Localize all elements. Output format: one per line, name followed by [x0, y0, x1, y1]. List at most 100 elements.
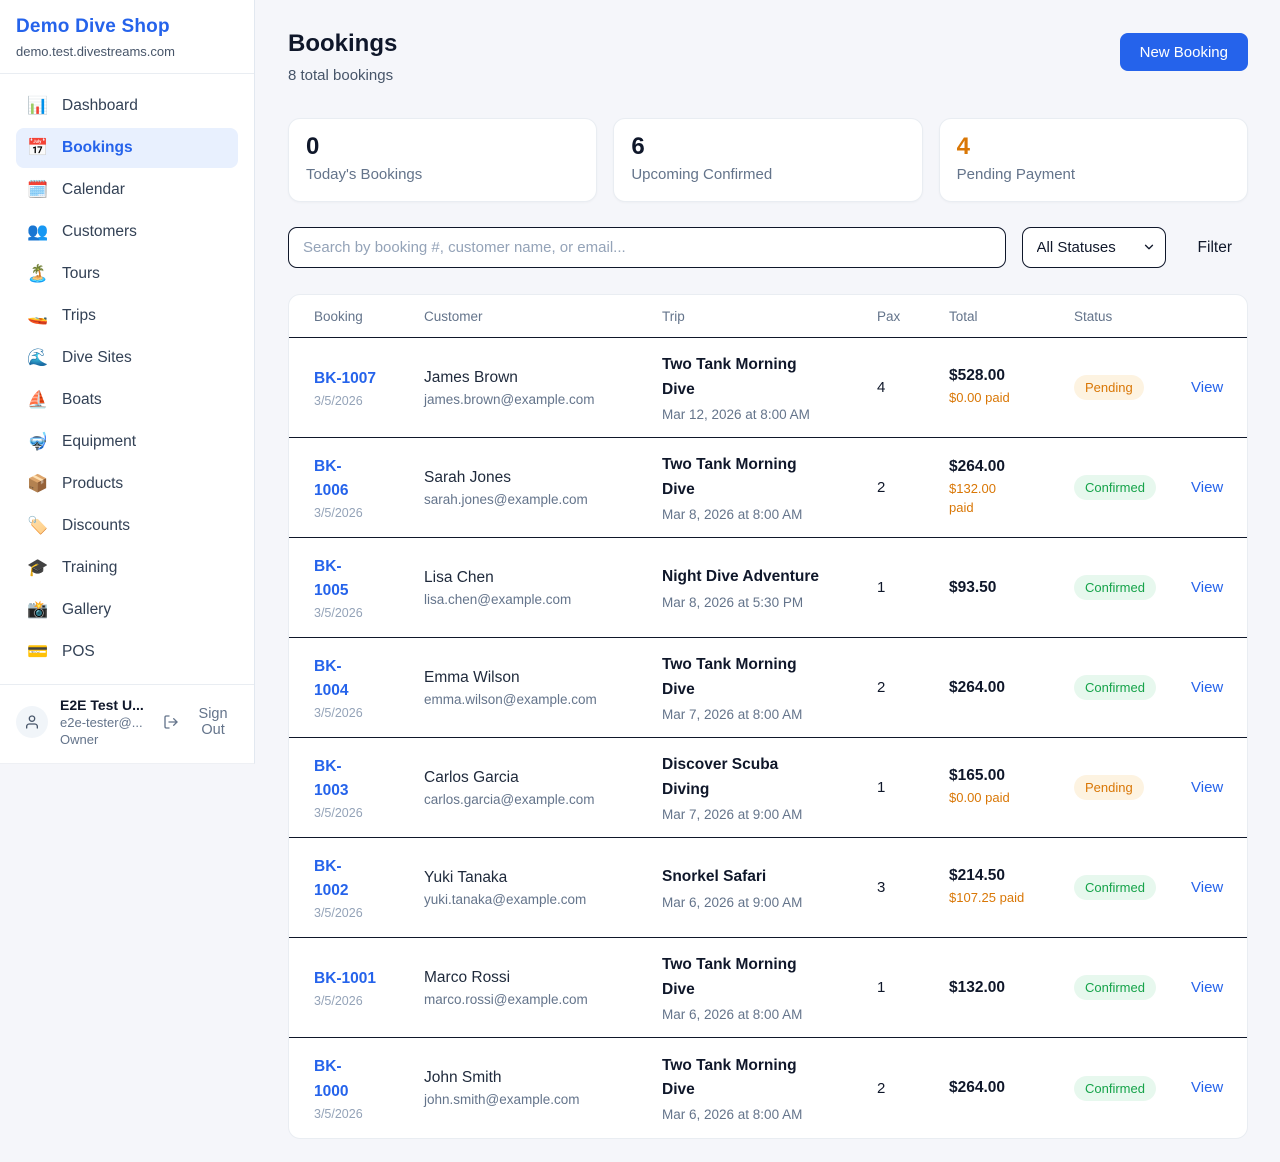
- sidebar-item[interactable]: 🚤 Trips: [16, 296, 238, 336]
- actions-cell: View: [1191, 779, 1223, 797]
- table-row: BK-1007 3/5/2026 James Brown james.brown…: [289, 338, 1247, 438]
- stat-value: 4: [957, 134, 1230, 160]
- sidebar-item-label: Training: [62, 559, 117, 577]
- sidebar-header: Demo Dive Shop demo.test.divestreams.com: [0, 0, 254, 74]
- table-row: BK- 1000 3/5/2026 John Smith john.smith@…: [289, 1038, 1247, 1138]
- trip-name: Discover Scuba Diving: [662, 753, 877, 801]
- stat-card: 4 Pending Payment: [939, 118, 1248, 202]
- view-booking-link[interactable]: View: [1191, 979, 1223, 996]
- customer-name: Carlos Garcia: [424, 769, 662, 787]
- status-badge: Confirmed: [1074, 975, 1156, 1000]
- table-row: BK- 1003 3/5/2026 Carlos Garcia carlos.g…: [289, 738, 1247, 838]
- customer-email: john.smith@example.com: [424, 1092, 662, 1107]
- booking-id-link[interactable]: BK- 1000: [314, 1055, 348, 1103]
- booking-id-link[interactable]: BK- 1003: [314, 755, 348, 803]
- sidebar-item[interactable]: 🎓 Training: [16, 548, 238, 588]
- total-amount: $93.50: [949, 579, 1074, 597]
- total-amount: $165.00: [949, 767, 1074, 785]
- total-amount: $528.00: [949, 367, 1074, 385]
- sidebar-item[interactable]: 👥 Customers: [16, 212, 238, 252]
- shop-domain: demo.test.divestreams.com: [16, 44, 238, 59]
- sidebar-item[interactable]: ⛵ Boats: [16, 380, 238, 420]
- trip-name: Two Tank Morning Dive: [662, 953, 877, 1001]
- page-title: Bookings: [288, 30, 397, 58]
- status-cell: Pending: [1074, 375, 1191, 400]
- status-cell: Confirmed: [1074, 875, 1191, 900]
- sidebar-item[interactable]: 🗓️ Calendar: [16, 170, 238, 210]
- new-booking-button[interactable]: New Booking: [1120, 33, 1248, 71]
- trip-datetime: Mar 6, 2026 at 9:00 AM: [662, 895, 877, 910]
- booking-id-link[interactable]: BK- 1005: [314, 555, 348, 603]
- sidebar-item-label: Boats: [62, 391, 102, 409]
- sidebar-item[interactable]: 🏝️ Tours: [16, 254, 238, 294]
- booking-cell: BK- 1002 3/5/2026: [314, 855, 424, 920]
- stat-card: 0 Today's Bookings: [288, 118, 597, 202]
- trip-cell: Two Tank Morning Dive Mar 7, 2026 at 8:0…: [662, 653, 877, 721]
- booking-id-link[interactable]: BK- 1006: [314, 455, 348, 503]
- sidebar-item[interactable]: 🌊 Dive Sites: [16, 338, 238, 378]
- view-booking-link[interactable]: View: [1191, 779, 1223, 796]
- trip-name: Two Tank Morning Dive: [662, 453, 877, 501]
- actions-cell: View: [1191, 579, 1223, 597]
- view-booking-link[interactable]: View: [1191, 679, 1223, 696]
- sidebar-item[interactable]: 📸 Gallery: [16, 590, 238, 630]
- sidebar-item-label: Customers: [62, 223, 137, 241]
- actions-cell: View: [1191, 679, 1223, 697]
- nav-item-icon: 📦: [26, 474, 50, 494]
- sidebar-item[interactable]: 🤿 Equipment: [16, 422, 238, 462]
- user-email: e2e-tester@...: [60, 715, 149, 730]
- trip-datetime: Mar 8, 2026 at 5:30 PM: [662, 595, 877, 610]
- total-cell: $264.00 $132.00 paid: [949, 458, 1074, 518]
- search-input[interactable]: [288, 227, 1006, 268]
- view-booking-link[interactable]: View: [1191, 379, 1223, 396]
- booking-id-link[interactable]: BK-1007: [314, 367, 376, 391]
- sidebar-item[interactable]: 📦 Products: [16, 464, 238, 504]
- view-booking-link[interactable]: View: [1191, 1079, 1223, 1096]
- column-header-customer: Customer: [424, 309, 662, 324]
- sidebar-item[interactable]: 📊 Dashboard: [16, 86, 238, 126]
- sidebar-item[interactable]: 🏷️ Discounts: [16, 506, 238, 546]
- trip-datetime: Mar 12, 2026 at 8:00 AM: [662, 407, 877, 422]
- sign-out-button[interactable]: Sign Out: [163, 706, 240, 738]
- status-filter-select[interactable]: All Statuses: [1022, 227, 1166, 268]
- view-booking-link[interactable]: View: [1191, 479, 1223, 496]
- trip-datetime: Mar 6, 2026 at 8:00 AM: [662, 1107, 877, 1122]
- status-cell: Pending: [1074, 775, 1191, 800]
- main-content: Bookings 8 total bookings New Booking 0 …: [255, 0, 1280, 1139]
- filter-button[interactable]: Filter: [1182, 239, 1248, 257]
- booking-date: 3/5/2026: [314, 394, 424, 408]
- booking-date: 3/5/2026: [314, 506, 424, 520]
- column-header-booking: Booking: [314, 309, 424, 324]
- view-booking-link[interactable]: View: [1191, 579, 1223, 596]
- booking-date: 3/5/2026: [314, 906, 424, 920]
- column-header-total: Total: [949, 309, 1074, 324]
- stat-label: Pending Payment: [957, 166, 1230, 183]
- sidebar-item-label: Products: [62, 475, 123, 493]
- booking-id-link[interactable]: BK- 1002: [314, 855, 348, 903]
- booking-id-link[interactable]: BK-1001: [314, 967, 376, 991]
- sidebar-item[interactable]: 📅 Bookings: [16, 128, 238, 168]
- sidebar-item[interactable]: 💳 POS: [16, 632, 238, 672]
- total-amount: $264.00: [949, 458, 1074, 476]
- stat-label: Upcoming Confirmed: [631, 166, 904, 183]
- total-cell: $264.00: [949, 1079, 1074, 1097]
- stat-label: Today's Bookings: [306, 166, 579, 183]
- sidebar-item-label: Equipment: [62, 433, 136, 451]
- stat-value: 0: [306, 134, 579, 160]
- nav-item-icon: ⛵: [26, 390, 50, 410]
- nav-item-icon: 🤿: [26, 432, 50, 452]
- booking-id-link[interactable]: BK- 1004: [314, 655, 348, 703]
- view-booking-link[interactable]: View: [1191, 879, 1223, 896]
- column-header-trip: Trip: [662, 309, 877, 324]
- customer-name: John Smith: [424, 1069, 662, 1087]
- status-cell: Confirmed: [1074, 575, 1191, 600]
- pax-count: 2: [877, 1080, 949, 1097]
- customer-cell: Lisa Chen lisa.chen@example.com: [424, 569, 662, 607]
- trip-name: Snorkel Safari: [662, 865, 877, 889]
- column-header-pax: Pax: [877, 309, 949, 324]
- customer-email: sarah.jones@example.com: [424, 492, 662, 507]
- status-badge: Confirmed: [1074, 1076, 1156, 1101]
- table-row: BK- 1006 3/5/2026 Sarah Jones sarah.jone…: [289, 438, 1247, 538]
- nav-item-icon: 🌊: [26, 348, 50, 368]
- paid-amount: $0.00 paid: [949, 789, 1074, 808]
